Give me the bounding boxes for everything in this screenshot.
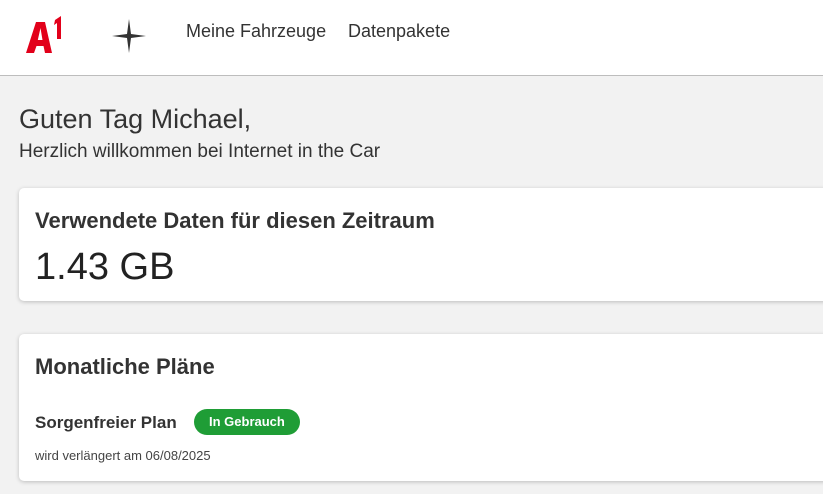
usage-value: 1.43 GB xyxy=(35,246,175,288)
plan-name: Sorgenfreier Plan xyxy=(35,413,177,432)
top-navigation-bar: Meine Fahrzeuge Datenpakete xyxy=(0,0,823,76)
monthly-plans-card: Monatliche Pläne Sorgenfreier Plan In Ge… xyxy=(19,334,823,481)
greeting-title: Guten Tag Michael, xyxy=(19,104,252,134)
a1-logo-icon[interactable] xyxy=(24,16,66,56)
plans-card-title: Monatliche Pläne xyxy=(35,354,215,379)
greeting-subtitle: Herzlich willkommen bei Internet in the … xyxy=(19,141,381,162)
sparkle-icon[interactable] xyxy=(112,19,146,53)
usage-card-title: Verwendete Daten für diesen Zeitraum xyxy=(35,208,435,233)
nav-data-packages[interactable]: Datenpakete xyxy=(348,20,450,42)
plan-status-badge: In Gebrauch xyxy=(194,409,300,435)
data-usage-card: Verwendete Daten für diesen Zeitraum 1.4… xyxy=(19,188,823,301)
nav-my-vehicles[interactable]: Meine Fahrzeuge xyxy=(186,20,326,42)
plan-renewal-date: wird verlängert am 06/08/2025 xyxy=(35,448,211,463)
